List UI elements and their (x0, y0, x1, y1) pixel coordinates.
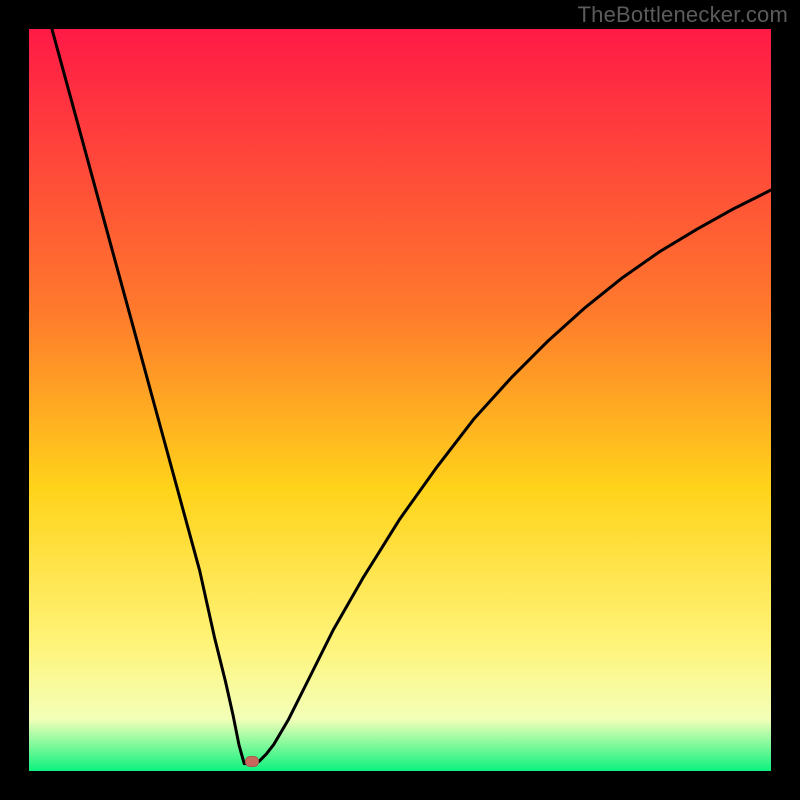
watermark-text: TheBottlenecker.com (578, 2, 788, 28)
plot-area (29, 29, 771, 771)
chart-frame: TheBottlenecker.com (0, 0, 800, 800)
current-point-marker (245, 756, 259, 767)
heatmap-background (29, 29, 771, 771)
chart-svg (29, 29, 771, 771)
